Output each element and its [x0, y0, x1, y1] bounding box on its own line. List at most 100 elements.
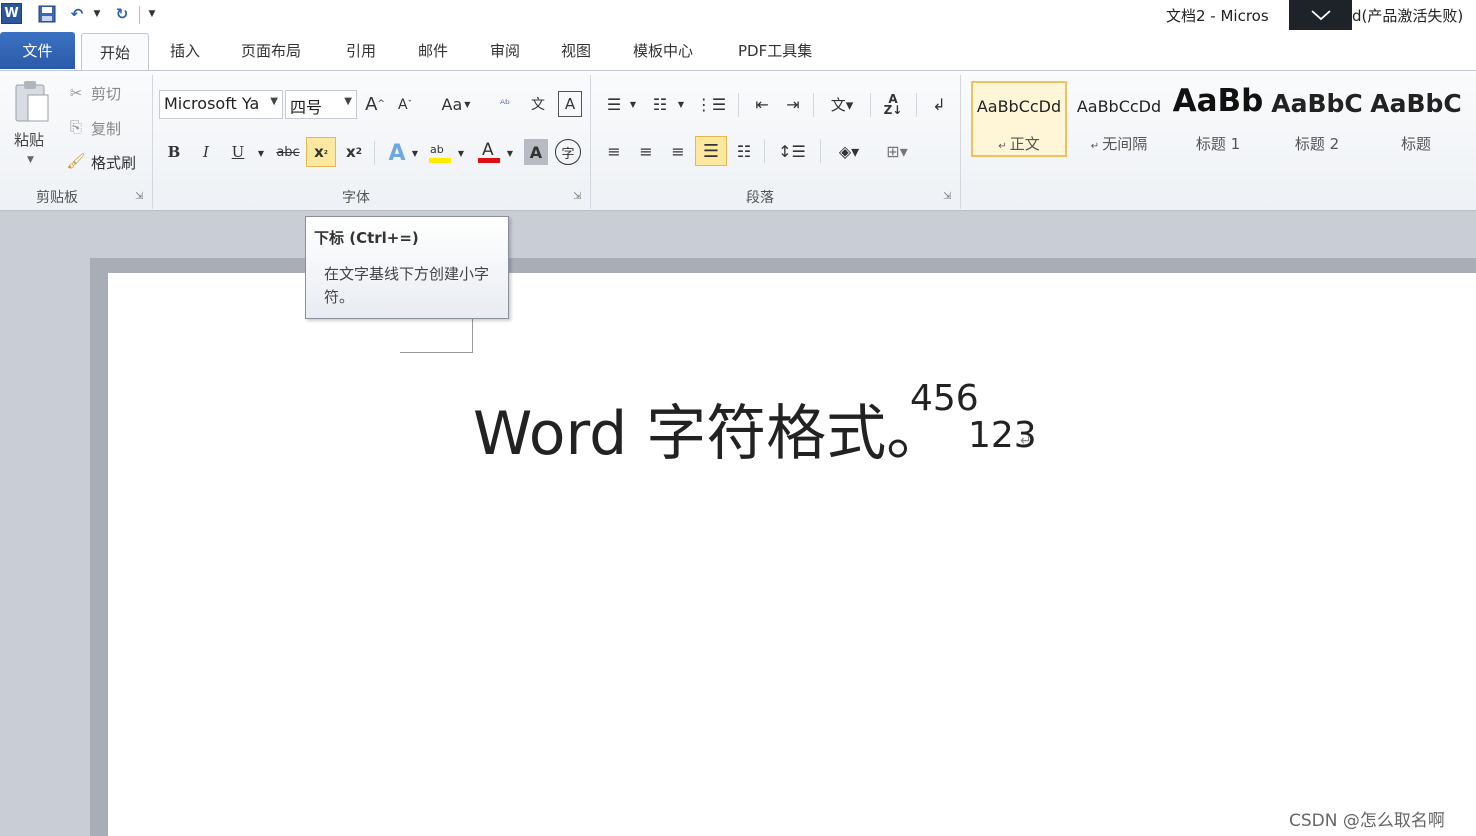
divider	[813, 93, 814, 117]
enclose-characters-icon[interactable]: 字	[555, 139, 581, 165]
align-right-icon[interactable]: ≡	[665, 137, 691, 165]
group-separator	[960, 75, 961, 209]
document-text[interactable]: Word 字符格式。	[473, 385, 946, 472]
document-page[interactable]	[108, 273, 1476, 836]
subscript-button[interactable]: x₂	[306, 137, 336, 167]
decrease-indent-icon[interactable]: ⇤	[749, 91, 775, 117]
increase-indent-icon[interactable]: ⇥	[780, 91, 806, 117]
tab-view[interactable]: 视图	[561, 40, 591, 61]
paste-dropdown-icon[interactable]: ▼	[27, 155, 34, 165]
grow-font-label: A	[365, 93, 378, 115]
tab-file[interactable]: 文件	[0, 32, 75, 69]
sort-icon[interactable]: A Z↓	[879, 91, 907, 119]
font-color-icon[interactable]: A	[476, 137, 502, 167]
highlight-dropdown-icon[interactable]: ▼	[456, 147, 466, 159]
customize-qat-icon[interactable]: ▼	[145, 4, 159, 24]
tab-home[interactable]: 开始	[81, 33, 149, 71]
style-title[interactable]: AaBbC 标题	[1368, 81, 1464, 157]
paste-icon[interactable]	[10, 77, 54, 127]
text-effects-icon[interactable]: A	[384, 139, 410, 167]
clipboard-group-label: 剪贴板	[36, 190, 78, 206]
italic-button[interactable]: I	[195, 139, 217, 165]
style-heading-1[interactable]: AaBb 标题 1	[1170, 81, 1266, 157]
divider	[374, 141, 375, 165]
numbering-icon[interactable]: ☷	[647, 91, 673, 117]
subscript-marker: ₂	[323, 147, 328, 157]
redo-icon[interactable]: ↻	[111, 4, 133, 24]
character-shading-icon[interactable]: A	[524, 139, 548, 165]
style-no-spacing[interactable]: AaBbCcDd ↵ 无间隔	[1071, 81, 1167, 157]
numbering-dropdown-icon[interactable]: ▼	[676, 98, 686, 110]
font-launcher-icon[interactable]: ⇲	[573, 191, 581, 202]
document-superscript-text[interactable]: 456	[910, 378, 979, 419]
format-painter-button[interactable]: 格式刷	[91, 152, 136, 173]
style-name-text: 正文	[1009, 135, 1040, 153]
superscript-marker: 2	[355, 147, 362, 157]
character-border-icon[interactable]: A	[558, 91, 582, 117]
justify-icon[interactable]: ☰	[695, 136, 727, 166]
style-name: 标题 2	[1294, 135, 1340, 153]
bullets-icon[interactable]: ☰	[601, 91, 627, 117]
change-case-button[interactable]: Aa ▼	[436, 92, 476, 116]
tooltip-body: 在文字基线下方创建小字符。	[324, 265, 490, 306]
format-painter-icon: 🖌	[66, 152, 86, 170]
highlight-color-icon[interactable]: ab	[427, 137, 453, 167]
show-formatting-marks-icon[interactable]: ↲	[927, 91, 951, 117]
word-logo-letter: W	[4, 6, 19, 21]
phonetic-guide-icon[interactable]: 文	[524, 91, 552, 117]
qat-separator	[139, 6, 140, 24]
line-spacing-icon[interactable]: ↕☰	[774, 137, 810, 165]
shading-icon[interactable]: ◈▾	[829, 137, 869, 165]
tab-page-layout[interactable]: 页面布局	[241, 40, 301, 61]
font-name-combo[interactable]: Microsoft Ya ▼	[159, 90, 283, 119]
multilevel-list-icon[interactable]: ⋮☰	[694, 91, 728, 117]
strikethrough-button[interactable]: abc	[274, 139, 302, 165]
bold-button[interactable]: B	[163, 139, 185, 165]
underline-dropdown-icon[interactable]: ▼	[255, 147, 267, 159]
chevron-down-icon: ▼	[464, 99, 471, 109]
sort-z-label: Z↓	[883, 103, 903, 117]
paragraph-launcher-icon[interactable]: ⇲	[943, 191, 951, 202]
style-name: 标题	[1400, 135, 1431, 153]
font-color-dropdown-icon[interactable]: ▼	[505, 147, 515, 159]
clear-formatting-icon[interactable]: ᴬᵇ	[492, 91, 518, 117]
style-sample: AaBbCcDd	[976, 97, 1062, 116]
underline-button[interactable]: U	[227, 139, 249, 165]
tab-insert[interactable]: 插入	[170, 40, 200, 61]
bullets-dropdown-icon[interactable]: ▼	[628, 98, 638, 110]
undo-icon[interactable]: ↶	[66, 4, 88, 24]
style-name-text: 无间隔	[1102, 135, 1148, 153]
caret-up-icon: ^	[377, 99, 385, 109]
text-effects-dropdown-icon[interactable]: ▼	[410, 147, 420, 159]
word-app-icon[interactable]: W	[1, 3, 22, 24]
superscript-button[interactable]: x2	[341, 139, 367, 165]
align-left-icon[interactable]: ≡	[601, 137, 627, 165]
align-center-icon[interactable]: ≡	[633, 137, 659, 165]
undo-dropdown-icon[interactable]: ▼	[91, 4, 103, 24]
grow-font-icon[interactable]: A ^	[364, 92, 386, 116]
cut-button[interactable]: 剪切	[91, 83, 121, 104]
tab-review[interactable]: 审阅	[490, 40, 520, 61]
style-heading-2[interactable]: AaBbC 标题 2	[1269, 81, 1365, 157]
style-sample: AaBbCcDd	[1076, 97, 1162, 116]
tab-template-center[interactable]: 模板中心	[633, 40, 693, 61]
divider	[916, 93, 917, 117]
superscript-label: x	[346, 143, 356, 161]
shrink-font-icon[interactable]: Aˇ	[394, 94, 416, 116]
font-size-combo[interactable]: 四号 ▼	[285, 90, 357, 119]
chinese-layout-icon[interactable]: 文▾	[822, 91, 862, 117]
divider	[764, 139, 765, 163]
clipboard-launcher-icon[interactable]: ⇲	[135, 191, 143, 202]
save-icon[interactable]	[36, 4, 58, 24]
distributed-icon[interactable]: ☷	[731, 137, 757, 165]
tab-pdf-tools[interactable]: PDF工具集	[738, 40, 812, 61]
style-sample: AaBb	[1172, 83, 1264, 119]
tab-references[interactable]: 引用	[346, 40, 376, 61]
ribbon-tab-bar: 文件 开始 插入 页面布局 引用 邮件 审阅 视图 模板中心 PDF工具集	[0, 30, 1476, 71]
style-normal[interactable]: AaBbCcDd ↵ 正文	[971, 81, 1067, 157]
borders-icon[interactable]: ⊞▾	[877, 137, 917, 165]
chevron-down-icon[interactable]	[1289, 0, 1352, 30]
copy-button[interactable]: 复制	[91, 118, 121, 139]
tab-mailings[interactable]: 邮件	[418, 40, 448, 61]
paste-button[interactable]: 粘贴	[14, 129, 44, 150]
